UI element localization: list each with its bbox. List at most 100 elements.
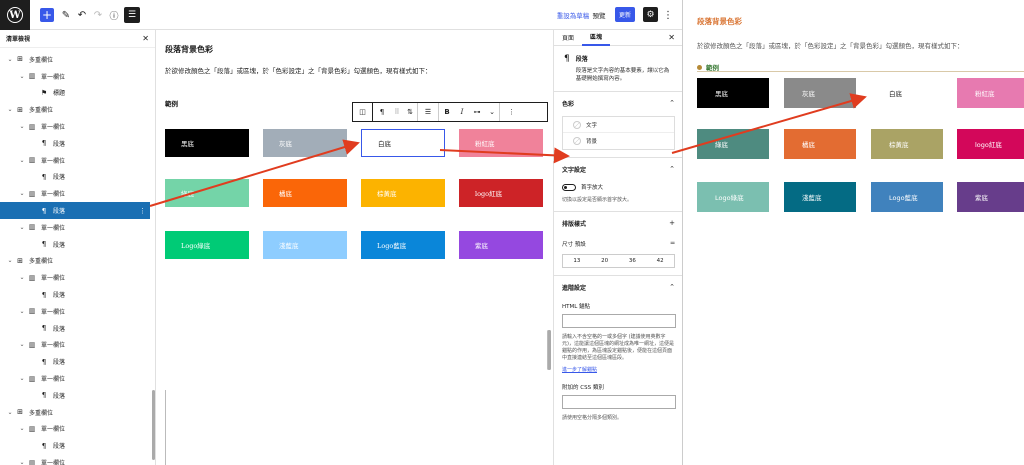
list-view-row[interactable]: ¶ 段落 (0, 353, 150, 370)
list-view-row[interactable]: ⌄ ▥ 單一欄位 (0, 337, 150, 354)
example-heading[interactable]: 範例 (165, 98, 178, 108)
row-options-icon[interactable]: ⋮ (139, 207, 146, 215)
chevron-down-icon[interactable]: ⌄ (18, 73, 26, 80)
gear-icon[interactable]: ⚙ (643, 7, 658, 22)
chevron-down-icon[interactable]: ⌄ (18, 274, 26, 281)
color-swatch-block[interactable]: 粉紅底 (459, 129, 543, 157)
list-view-row[interactable]: ⌄ ▥ 單一欄位 (0, 303, 150, 320)
intro-paragraph[interactable]: 於欲修改顏色之「段落」或區塊，於「色彩設定」之「背景色彩」勾選顏色，現有樣式如下… (165, 65, 432, 75)
chevron-up-icon[interactable]: ⌃ (669, 165, 675, 174)
more-options-icon[interactable]: ⋮ (663, 7, 673, 23)
typography-panel-header[interactable]: 文字設定 ⌃ (562, 165, 675, 174)
list-view-row[interactable]: ⌄ ▥ 單一欄位 (0, 118, 150, 135)
list-view-row[interactable]: ⌄ ▥ 單一欄位 (0, 152, 150, 169)
chevron-up-icon[interactable]: ⌃ (669, 283, 675, 292)
block-options-icon[interactable]: ⋮ (499, 103, 523, 121)
settings-scrollbar[interactable] (548, 330, 551, 370)
move-arrows-icon[interactable]: ⇅ (403, 108, 417, 116)
list-view-row[interactable]: ¶ 段落 (0, 135, 150, 152)
pencil-icon[interactable]: ✎ (60, 7, 72, 23)
paragraph-icon[interactable]: ¶ (373, 108, 391, 116)
background-color-option[interactable]: 背景 (563, 133, 674, 149)
list-view-row[interactable]: ⌄ ⊞ 多重欄位 (0, 101, 150, 118)
color-swatch-block[interactable]: 灰底 (263, 129, 347, 157)
chevron-down-icon[interactable]: ⌄ (6, 409, 14, 416)
dropcap-toggle[interactable] (562, 183, 576, 191)
tab-page[interactable]: 頁面 (554, 30, 582, 46)
list-view-row[interactable]: ⌄ ▥ 單一欄位 (0, 269, 150, 286)
drag-handle-icon[interactable]: ⠿ (391, 108, 403, 116)
style-panel-header[interactable]: 排版樣式 + (562, 219, 675, 228)
color-panel-header[interactable]: 色彩 ⌃ (562, 99, 675, 108)
align-left-icon[interactable]: ☰ (417, 103, 439, 121)
color-swatch-block[interactable]: 黑底 (165, 129, 249, 157)
list-view-row[interactable]: ⌄ ▥ 單一欄位 (0, 370, 150, 387)
bold-icon[interactable]: B (439, 108, 455, 116)
font-size-option[interactable]: 13 (563, 255, 591, 267)
list-view-row[interactable]: ⌄ ▥ 單一欄位 (0, 421, 150, 438)
list-view-row[interactable]: ⌄ ▥ 單一欄位 (0, 185, 150, 202)
font-size-option[interactable]: 36 (619, 255, 647, 267)
list-view-row[interactable]: ¶ 段落 (0, 236, 150, 253)
color-swatch-block[interactable]: 棕黃底 (361, 179, 445, 207)
list-view-icon[interactable]: ☰ (124, 7, 140, 23)
chevron-down-icon[interactable]: ⌄ (485, 108, 499, 116)
info-icon[interactable]: ⓘ (108, 7, 120, 23)
text-color-option[interactable]: 文字 (563, 117, 674, 133)
advanced-panel-header[interactable]: 進階設定 ⌃ (562, 283, 675, 292)
list-view-row[interactable]: ⚑ 標題 (0, 85, 150, 102)
color-swatch-block[interactable]: 淺藍底 (263, 231, 347, 259)
color-swatch-block[interactable]: 橘底 (263, 179, 347, 207)
chevron-down-icon[interactable]: ⌄ (18, 157, 26, 164)
font-size-option[interactable]: 42 (646, 255, 674, 267)
chevron-down-icon[interactable]: ⌄ (6, 257, 14, 264)
settings-sliders-icon[interactable]: ⚌ (670, 240, 675, 248)
undo-icon[interactable]: ↶ (76, 7, 88, 23)
chevron-up-icon[interactable]: ⌃ (669, 99, 675, 108)
tab-block[interactable]: 區塊 (582, 30, 611, 46)
list-view-row[interactable]: ¶ 段落 (0, 437, 150, 454)
chevron-down-icon[interactable]: ⌄ (6, 106, 14, 113)
list-view-row[interactable]: ¶ 段落 (0, 387, 150, 404)
list-view-row[interactable]: ⌄ ⊞ 多重欄位 (0, 253, 150, 270)
add-block-plus-icon[interactable]: + (40, 8, 54, 22)
chevron-down-icon[interactable]: ⌄ (18, 224, 26, 231)
chevron-down-icon[interactable]: ⌄ (18, 375, 26, 382)
plus-icon[interactable]: + (669, 219, 675, 228)
list-view-row[interactable]: ¶ 段落 (0, 320, 150, 337)
chevron-down-icon[interactable]: ⌄ (18, 308, 26, 315)
list-view-row[interactable]: ⌄ ⊞ 多重欄位 (0, 51, 150, 68)
list-view-row[interactable]: ⌄ ▥ 單一欄位 (0, 68, 150, 85)
anchor-learn-more-link[interactable]: 進一步了解錨點 (562, 366, 675, 373)
switch-to-draft-button[interactable]: 重設為草稿 (551, 7, 595, 23)
list-view-row[interactable]: ¶ 段落 (0, 286, 150, 303)
color-swatch-block[interactable]: Logo藍底 (361, 231, 445, 259)
color-swatch-block[interactable]: 白底 (361, 129, 445, 157)
chevron-down-icon[interactable]: ⌄ (18, 425, 26, 432)
list-view-row[interactable]: ⌄ ▥ 單一欄位 (0, 454, 150, 465)
color-swatch-block[interactable]: 紫底 (459, 231, 543, 259)
italic-icon[interactable]: I (455, 108, 469, 116)
list-view-row[interactable]: ⌄ ⊞ 多重欄位 (0, 404, 150, 421)
update-button[interactable]: 更新 (615, 7, 635, 22)
page-title[interactable]: 段落背景色彩 (165, 44, 213, 55)
chevron-down-icon[interactable]: ⌄ (18, 123, 26, 130)
close-icon[interactable]: ✕ (142, 34, 149, 43)
css-class-input[interactable] (562, 395, 676, 409)
link-icon[interactable]: ⊶ (469, 108, 485, 116)
color-swatch-block[interactable]: 綠底 (165, 179, 249, 207)
anchor-input[interactable] (562, 314, 676, 328)
parent-block-icon[interactable]: ◫ (353, 103, 373, 121)
color-swatch-block[interactable]: logo紅底 (459, 179, 543, 207)
list-view-row[interactable]: ¶ 段落 (0, 169, 150, 186)
chevron-down-icon[interactable]: ⌄ (18, 459, 26, 465)
chevron-down-icon[interactable]: ⌄ (18, 341, 26, 348)
preview-button[interactable]: 預覽 (591, 7, 607, 23)
list-view-row[interactable]: ¶ 段落 ⋮ (0, 202, 150, 219)
chevron-down-icon[interactable]: ⌄ (18, 190, 26, 197)
redo-icon[interactable]: ↷ (92, 7, 104, 23)
wordpress-logo-icon[interactable]: W (0, 0, 30, 30)
list-view-row[interactable]: ⌄ ▥ 單一欄位 (0, 219, 150, 236)
font-size-option[interactable]: 20 (591, 255, 619, 267)
chevron-down-icon[interactable]: ⌄ (6, 56, 14, 63)
